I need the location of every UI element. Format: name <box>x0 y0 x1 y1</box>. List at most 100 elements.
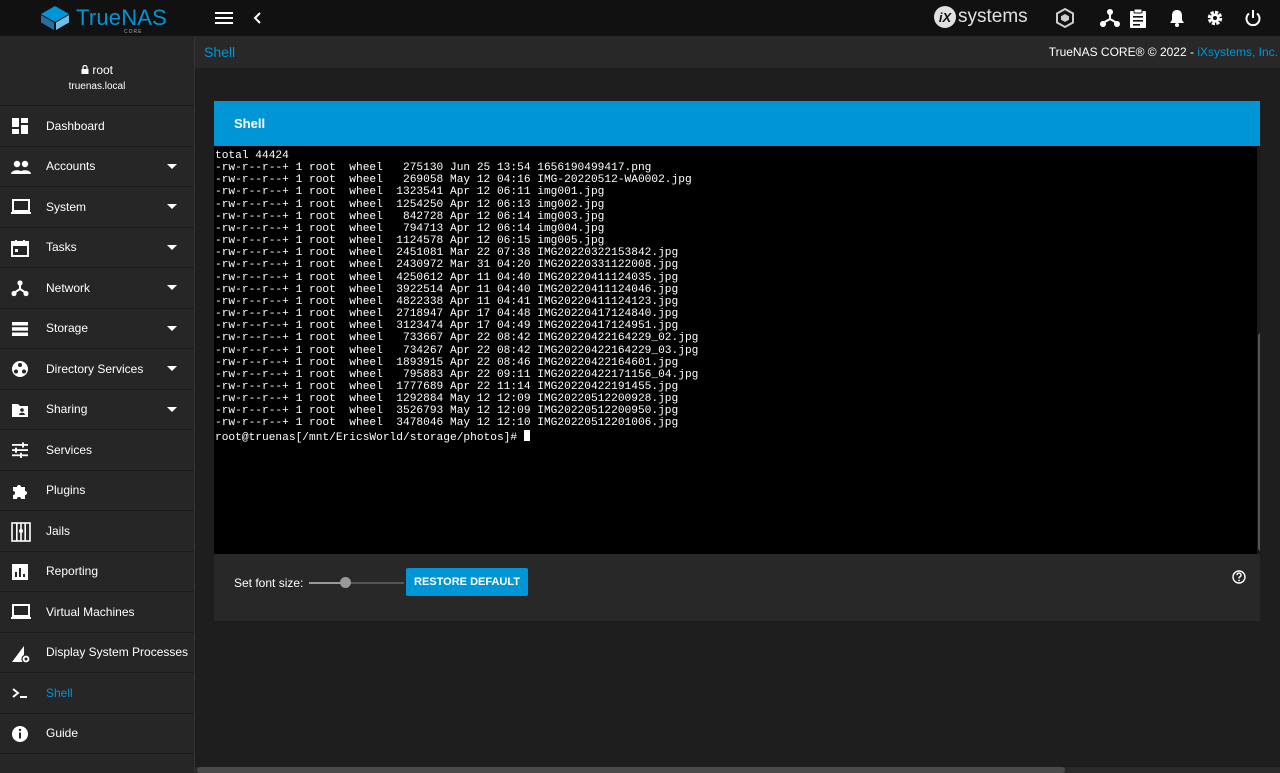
terminal-prompt: root@truenas[/mnt/EricsWorld/storage/pho… <box>215 431 524 444</box>
sharing-icon <box>11 401 29 419</box>
power-icon <box>1245 10 1261 27</box>
terminal-scrollbar-thumb[interactable] <box>1258 333 1260 551</box>
main-content: Shell total 44424 -rw-r--r--+ 1 root whee… <box>195 68 1280 773</box>
terminal-line: -rw-r--r--+ 1 root wheel 1124578 Apr 12 … <box>215 235 605 248</box>
terminal-prompt-line: root@truenas[/mnt/EricsWorld/storage/pho… <box>215 429 698 444</box>
sidebar-item-virtual-machines[interactable]: Virtual Machines <box>0 592 194 633</box>
caret-down-icon <box>167 163 177 169</box>
user-name: root <box>0 63 194 77</box>
settings-button[interactable] <box>1203 6 1227 30</box>
truecommand-icon <box>1056 8 1074 28</box>
sidebar-item-tasks[interactable]: Tasks <box>0 228 194 268</box>
accounts-icon <box>11 158 31 176</box>
sidebar-item-label: Guide <box>46 726 79 741</box>
chevron-left-icon <box>253 12 261 24</box>
lock-icon <box>81 64 89 74</box>
terminal-line: -rw-r--r--+ 1 root wheel 4822338 Apr 11 … <box>215 295 679 308</box>
alerts-button[interactable] <box>1165 6 1189 30</box>
caret-down-icon <box>167 325 177 331</box>
terminal-line: -rw-r--r--+ 1 root wheel 1893915 Apr 22 … <box>215 356 679 369</box>
jails-icon <box>11 522 31 542</box>
terminal-line: -rw-r--r--+ 1 root wheel 2430972 Mar 31 … <box>215 259 679 272</box>
caret-down-icon <box>167 406 177 412</box>
sidebar-item-label: Storage <box>46 321 89 336</box>
terminal-cursor <box>523 429 530 441</box>
directory-services-icon <box>11 360 29 378</box>
power-button[interactable] <box>1241 6 1265 30</box>
directory-services-monitor-button[interactable] <box>1098 6 1122 30</box>
truenas-logo[interactable]: TrueNAS CORE <box>40 4 168 35</box>
terminal-line: -rw-r--r--+ 1 root wheel 1777689 Apr 22 … <box>215 380 679 393</box>
sidebar-item-services[interactable]: Services <box>0 430 194 471</box>
collapse-sidebar-button[interactable] <box>245 6 269 30</box>
tasks-icon <box>11 239 29 257</box>
sidebar-item-storage[interactable]: Storage <box>0 309 194 349</box>
sidebar-item-shell[interactable]: Shell <box>0 673 194 714</box>
clipboard-icon <box>1130 8 1146 28</box>
truecommand-button[interactable] <box>1053 6 1077 30</box>
sidebar-item-label: Virtual Machines <box>46 604 135 619</box>
sidebar-item-guide[interactable]: Guide <box>0 714 194 754</box>
page-header: Shell TrueNAS CORE® © 2022 - iXsystems, … <box>195 36 1280 68</box>
caret-down-icon <box>167 244 177 250</box>
caret-down-icon <box>167 204 177 210</box>
sidebar-item-label: Sharing <box>46 402 88 417</box>
ixsystems-logo[interactable]: iX systems <box>934 6 1028 28</box>
shell-toolbar: Set font size: RESTORE DEFAULT <box>214 554 1260 621</box>
sidebar-item-label: Accounts <box>46 159 96 174</box>
gear-icon <box>1207 10 1223 26</box>
sidebar-item-network[interactable]: Network <box>0 268 194 309</box>
storage-icon <box>11 320 29 338</box>
ixsystems-link[interactable]: iXsystems, Inc. <box>1197 45 1278 59</box>
sidebar-item-label: Network <box>46 280 91 295</box>
shell-card: Shell total 44424 -rw-r--r--+ 1 root whee… <box>214 101 1260 621</box>
font-size-label: Set font size: <box>234 576 304 590</box>
help-icon[interactable] <box>1232 570 1246 584</box>
terminal-line: -rw-r--r--+ 1 root wheel 3123474 Apr 17 … <box>215 320 679 333</box>
menu-toggle-button[interactable] <box>212 6 236 30</box>
terminal-line: -rw-r--r--+ 1 root wheel 1254250 Apr 12 … <box>215 198 605 211</box>
terminal-line: -rw-r--r--+ 1 root wheel 795883 Apr 22 0… <box>215 368 699 381</box>
guide-icon <box>11 725 29 743</box>
sidebar-item-plugins[interactable]: Plugins <box>0 471 194 511</box>
terminal-line: -rw-r--r--+ 1 root wheel 733667 Apr 22 0… <box>215 332 699 345</box>
dashboard-icon <box>11 117 29 135</box>
terminal-line: total 44424 <box>215 150 289 162</box>
shell-icon <box>11 684 29 702</box>
sidebar-item-label: Display System Processes <box>46 645 189 660</box>
sidebar-item-system[interactable]: System <box>0 187 194 228</box>
restore-default-button[interactable]: RESTORE DEFAULT <box>406 568 528 596</box>
terminal[interactable]: total 44424 -rw-r--r--+ 1 root wheel 2751… <box>214 146 1260 554</box>
processes-icon <box>11 644 31 664</box>
plugins-icon <box>11 482 29 500</box>
sidebar-item-jails[interactable]: Jails <box>0 511 194 552</box>
sidebar-nav: Dashboard Accounts System Tasks Network Stora… <box>0 106 194 754</box>
sidebar-item-sharing[interactable]: Sharing <box>0 390 194 430</box>
terminal-line: -rw-r--r--+ 1 root wheel 734267 Apr 22 0… <box>215 344 699 357</box>
sidebar-item-label: Services <box>46 442 93 457</box>
terminal-line: -rw-r--r--+ 1 root wheel 842728 Apr 12 0… <box>215 210 605 223</box>
breadcrumb[interactable]: Shell <box>204 44 235 60</box>
sidebar-item-directory-services[interactable]: Directory Services <box>0 349 194 390</box>
copyright-text: TrueNAS CORE® © 2022 - iXsystems, Inc. <box>1048 45 1278 59</box>
ix-logo-icon: iX <box>934 6 956 28</box>
sidebar-item-display-system-processes[interactable]: Display System Processes <box>0 633 194 673</box>
brand-name: TrueNAS CORE <box>76 5 168 35</box>
sidebar-item-reporting[interactable]: Reporting <box>0 552 194 592</box>
sidebar-item-label: Directory Services <box>46 361 144 376</box>
page-horizontal-scrollbar-thumb[interactable] <box>197 767 1065 773</box>
caret-down-icon <box>167 285 177 291</box>
font-size-slider-thumb[interactable] <box>339 577 351 588</box>
terminal-line: -rw-r--r--+ 1 root wheel 3478046 May 12 … <box>215 417 679 430</box>
vendor-name: systems <box>958 6 1028 27</box>
sidebar-item-dashboard[interactable]: Dashboard <box>0 106 194 147</box>
sidebar-item-label: Dashboard <box>46 118 105 133</box>
top-bar: TrueNAS CORE iX systems <box>0 0 1280 36</box>
terminal-line: -rw-r--r--+ 1 root wheel 2451081 Mar 22 … <box>215 247 679 260</box>
services-icon <box>11 441 29 459</box>
terminal-line: -rw-r--r--+ 1 root wheel 1292884 May 12 … <box>215 393 679 406</box>
terminal-line: -rw-r--r--+ 1 root wheel 3922514 Apr 11 … <box>215 283 679 296</box>
hamburger-icon <box>215 12 233 24</box>
sidebar-item-accounts[interactable]: Accounts <box>0 147 194 187</box>
task-manager-button[interactable] <box>1126 6 1150 30</box>
